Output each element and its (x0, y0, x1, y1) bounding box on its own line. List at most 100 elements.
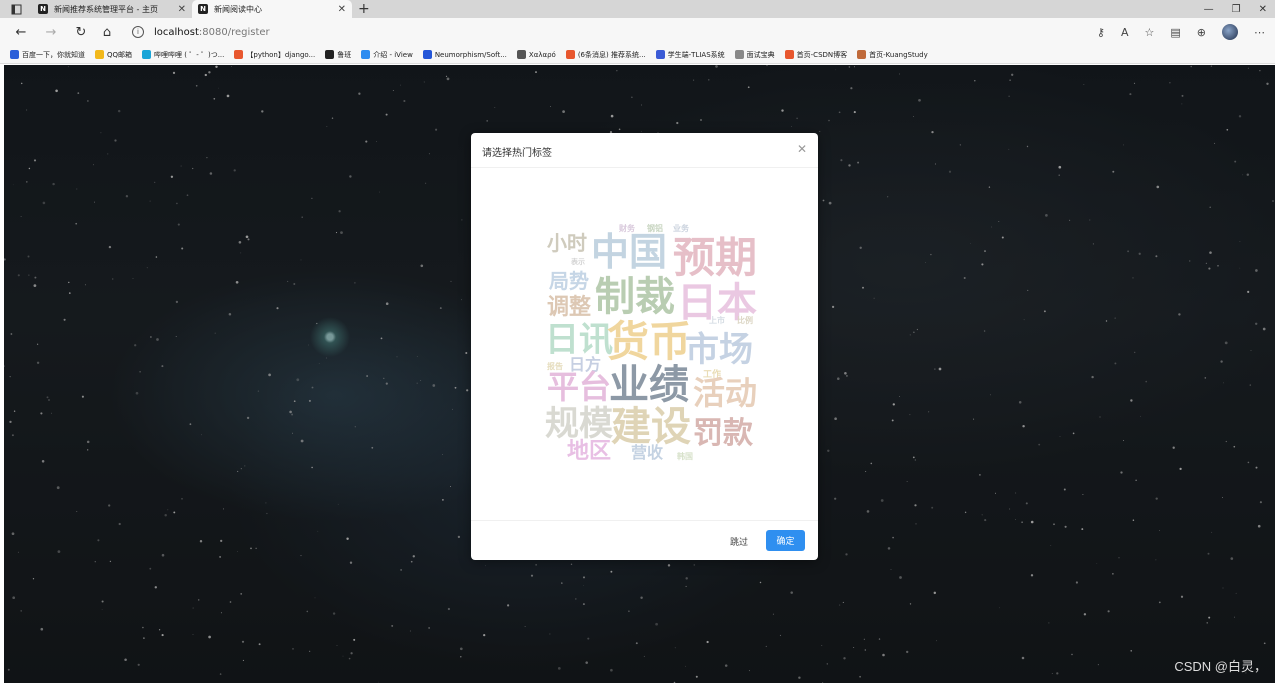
url-path: :8080/register (198, 26, 270, 38)
new-tab-button[interactable]: + (352, 1, 376, 17)
bookmark-icon (857, 50, 867, 59)
watermark: CSDN @白灵， (1174, 659, 1267, 674)
tab-admin[interactable]: N 新闻推荐系统管理平台 - 主页 ✕ (32, 0, 192, 18)
url-field[interactable]: i localhost :8080/register (132, 26, 1097, 38)
tag-word[interactable]: 调整 (547, 297, 591, 319)
bookmark-label: QQ邮箱 (107, 50, 133, 59)
bookmark-icon (95, 50, 104, 59)
tag-word[interactable]: 局势 (549, 271, 589, 291)
tab-actions-icon[interactable] (0, 0, 32, 18)
bookmark-item[interactable]: 百度一下，你就知道 (10, 50, 85, 60)
minimize-icon[interactable]: — (1204, 4, 1214, 15)
bookmark-icon (234, 50, 244, 59)
collections-icon[interactable]: ▤ (1170, 26, 1180, 39)
bookmark-label: 【python】django... (246, 50, 316, 59)
tag-word[interactable]: 货币 (607, 321, 691, 363)
bookmark-label: 面试宝典 (746, 50, 775, 59)
tag-word[interactable]: 活动 (693, 377, 757, 409)
read-aloud-icon[interactable]: A (1121, 26, 1129, 39)
bookmark-icon (142, 50, 152, 59)
bookmark-item[interactable]: 首页-CSDN博客 (784, 50, 848, 60)
bookmark-item[interactable]: 鲁班 (325, 50, 351, 60)
bookmark-icon (784, 50, 794, 59)
tag-word[interactable]: 营收 (631, 445, 663, 461)
tag-word[interactable]: 业务 (673, 225, 689, 233)
bookmark-item[interactable]: 哔哩哔哩 ( ゜- ゜)つ... (142, 50, 224, 60)
tag-word[interactable]: 平台 (547, 371, 611, 403)
tag-word[interactable]: 中国 (591, 233, 667, 271)
key-icon[interactable]: ⚷ (1097, 26, 1105, 39)
bookmark-item[interactable]: (6条消息) 推荐系统... (565, 50, 646, 60)
bookmark-item[interactable]: Neumorphism/Soft... (422, 50, 507, 59)
tab-close-icon[interactable]: ✕ (338, 4, 346, 15)
extensions-icon[interactable]: ⊕ (1197, 26, 1206, 39)
close-window-icon[interactable]: ✕ (1259, 4, 1267, 15)
bookmark-label: (6条消息) 推荐系统... (577, 50, 646, 59)
tag-word[interactable]: 罚款 (693, 419, 753, 449)
tab-close-icon[interactable]: ✕ (178, 4, 186, 15)
bookmark-label: Neumorphism/Soft... (434, 50, 507, 59)
bookmark-icon (734, 50, 744, 59)
favorites-icon[interactable]: ☆ (1145, 26, 1155, 39)
tag-word[interactable]: 上市 (709, 317, 725, 325)
bookmark-item[interactable]: 学生端-TLIAS系统 (655, 50, 725, 60)
bookmark-label: 鲁班 (337, 50, 352, 59)
bookmark-label: 百度一下，你就知道 (22, 50, 85, 59)
bookmark-label: 首页-CSDN博客 (796, 50, 848, 59)
maximize-icon[interactable]: ❐ (1232, 4, 1241, 15)
tag-word-cloud: 财务 钢铝 业务 小时 中国 预期 表示 局势 制裁 日本 调整 上市 比例 日讯 货币 市场 报告 日方 工作 平台… (471, 167, 818, 521)
forward-icon[interactable]: → (40, 25, 62, 40)
bookmark-item[interactable]: Χαλαρό (516, 50, 556, 59)
tag-word[interactable]: 地区 (567, 441, 611, 463)
bookmark-item[interactable]: 面试宝典 (734, 50, 775, 60)
tab-title: 新闻推荐系统管理平台 - 主页 (54, 4, 158, 14)
tag-word[interactable]: 市场 (685, 333, 753, 367)
bookmark-icon (422, 50, 432, 59)
bookmark-label: 首页-KuangStudy (869, 50, 928, 59)
tag-word[interactable]: 规模 (545, 407, 613, 441)
tag-select-dialog: 请选择热门标签 ✕ 财务 钢铝 业务 小时 中国 预期 表示 局势 制裁 日本 调整 上市 比例 日讯 货币… (471, 133, 818, 560)
address-bar: ← → ↻ ⌂ i localhost :8080/register ⚷ A ☆… (0, 18, 1275, 46)
dialog-footer: 跳过 确定 (471, 520, 818, 560)
confirm-button[interactable]: 确定 (766, 530, 805, 551)
toolbar-icons: ⚷ A ☆ ▤ ⊕ ⋯ (1097, 24, 1275, 40)
bookmark-label: Χαλαρό (528, 50, 556, 59)
bookmark-label: 学生端-TLIAS系统 (667, 50, 725, 59)
bookmark-item[interactable]: 【python】django... (234, 50, 315, 60)
tag-word[interactable]: 日讯 (545, 323, 613, 357)
close-icon[interactable]: ✕ (797, 142, 807, 156)
skip-button[interactable]: 跳过 (730, 535, 748, 548)
tag-word[interactable]: 建设 (611, 407, 691, 447)
info-icon[interactable]: i (132, 26, 144, 38)
bookmark-icon (325, 50, 335, 59)
bookmark-item[interactable]: 介绍 - iView (361, 50, 413, 60)
tab-reading-center[interactable]: N 新闻阅读中心 ✕ (192, 0, 352, 18)
refresh-icon[interactable]: ↻ (70, 25, 92, 40)
bookmark-icon (516, 50, 526, 59)
bookmark-item[interactable]: 首页-KuangStudy (857, 50, 928, 60)
tag-word[interactable]: 表示 (571, 259, 585, 266)
bookmark-label: 介绍 - iView (373, 50, 413, 59)
bookmark-icon (10, 50, 19, 59)
dialog-header: 请选择热门标签 ✕ (471, 133, 818, 168)
more-icon[interactable]: ⋯ (1254, 26, 1265, 39)
tag-word[interactable]: 业绩 (609, 365, 689, 405)
tag-word[interactable]: 预期 (673, 237, 757, 279)
bookmarks-bar: 百度一下，你就知道 QQ邮箱 哔哩哔哩 ( ゜- ゜)つ... 【python】dja… (0, 46, 1275, 64)
tab-favicon-icon: N (38, 4, 48, 14)
tab-title: 新闻阅读中心 (214, 4, 262, 14)
dialog-title: 请选择热门标签 (482, 148, 552, 159)
url-host: localhost (154, 26, 199, 38)
profile-avatar[interactable] (1222, 24, 1238, 40)
home-icon[interactable]: ⌂ (96, 25, 118, 40)
tag-word[interactable]: 比例 (737, 317, 753, 325)
bookmark-item[interactable]: QQ邮箱 (95, 50, 132, 60)
tag-word[interactable]: 制裁 (595, 277, 675, 317)
tag-word[interactable]: 韩国 (677, 453, 693, 461)
tag-word[interactable]: 小时 (547, 233, 587, 253)
tab-favicon-icon: N (198, 4, 208, 14)
page-background: 请选择热门标签 ✕ 财务 钢铝 业务 小时 中国 预期 表示 局势 制裁 日本 调整 上市 比例 日讯 货币… (4, 65, 1275, 683)
window-controls: — ❐ ✕ (1204, 4, 1275, 15)
bookmark-icon (655, 50, 665, 59)
back-icon[interactable]: ← (10, 25, 32, 40)
